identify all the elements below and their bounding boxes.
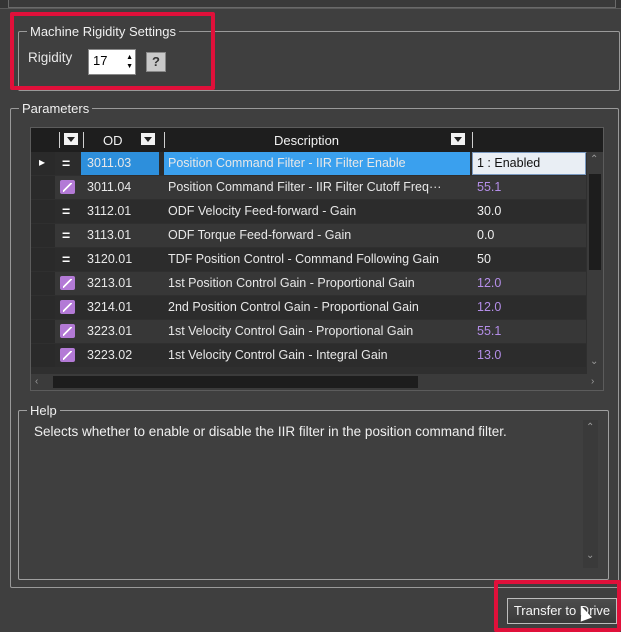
table-row[interactable]: ▸ = 3011.03 Position Command Filter - IIR F… bbox=[31, 152, 586, 175]
table-row[interactable]: 3214.01 2nd Position Control Gain - Propo… bbox=[31, 296, 586, 319]
od-cell: 3223.02 bbox=[87, 348, 133, 362]
od-cell: 3011.04 bbox=[87, 180, 132, 194]
value-cell[interactable]: 30.0 bbox=[477, 204, 501, 218]
horizontal-scroll-thumb[interactable] bbox=[53, 376, 418, 388]
equals-icon: = bbox=[62, 203, 71, 219]
equals-icon: = bbox=[62, 227, 71, 243]
rigidity-help-button[interactable]: ? bbox=[146, 52, 166, 72]
table-row[interactable]: 3223.01 1st Velocity Control Gain - Propo… bbox=[31, 320, 586, 343]
rigidity-label: Rigidity bbox=[28, 50, 73, 65]
rigidity-group-title: Machine Rigidity Settings bbox=[27, 24, 179, 39]
value-cell[interactable]: 55.1 bbox=[477, 180, 501, 194]
table-horizontal-scrollbar[interactable]: ‹ › bbox=[31, 374, 603, 390]
value-cell[interactable]: 12.0 bbox=[477, 300, 501, 314]
rigidity-value: 17 bbox=[93, 53, 108, 68]
description-cell: 2nd Position Control Gain - Proportional… bbox=[168, 300, 419, 314]
help-scroll-up-icon[interactable]: ⌃ bbox=[586, 422, 594, 433]
row-header[interactable] bbox=[31, 200, 55, 223]
stepper-down-icon[interactable]: ▼ bbox=[126, 63, 133, 70]
od-cell: 3120.01 bbox=[87, 252, 133, 266]
parameters-table[interactable]: OD Description ▸ = 3011.03 Position Command… bbox=[30, 127, 604, 391]
row-header[interactable] bbox=[31, 320, 55, 343]
value-cell[interactable]: 50 bbox=[477, 252, 491, 266]
row-header[interactable] bbox=[31, 248, 55, 271]
column-header-description[interactable]: Description bbox=[274, 133, 339, 148]
row-header[interactable] bbox=[31, 272, 55, 295]
value-cell[interactable]: 13.0 bbox=[477, 348, 501, 362]
column-header-od[interactable]: OD bbox=[103, 133, 123, 148]
scroll-up-icon[interactable]: ⌃ bbox=[590, 154, 598, 165]
edit-icon bbox=[55, 176, 81, 199]
equals-icon: = bbox=[62, 155, 71, 171]
transfer-to-drive-button[interactable]: Transfer to Drive bbox=[507, 598, 617, 624]
scroll-down-icon[interactable]: ⌄ bbox=[590, 356, 598, 367]
table-row[interactable]: = 3113.01 ODF Torque Feed-forward - Gain 0.… bbox=[31, 224, 586, 247]
od-cell: 3011.03 bbox=[87, 156, 132, 170]
edit-icon bbox=[55, 320, 81, 343]
scroll-left-icon[interactable]: ‹ bbox=[35, 376, 38, 387]
value-cell[interactable]: 0.0 bbox=[477, 228, 494, 242]
row-header[interactable]: ▸ bbox=[31, 152, 55, 175]
equals-icon: = bbox=[62, 251, 71, 267]
filter-dropdown-icon[interactable] bbox=[64, 133, 78, 145]
table-row[interactable]: 3011.04 Position Command Filter - IIR Fil… bbox=[31, 176, 586, 199]
description-cell: 1st Velocity Control Gain - Integral Gai… bbox=[168, 348, 388, 362]
value-cell[interactable]: 12.0 bbox=[477, 276, 501, 290]
description-cell: 1st Position Control Gain - Proportional… bbox=[168, 276, 415, 290]
row-header[interactable] bbox=[31, 224, 55, 247]
top-panel-edge bbox=[0, 0, 621, 9]
od-dropdown-icon[interactable] bbox=[141, 133, 155, 145]
table-row[interactable]: 3223.02 1st Velocity Control Gain - Integ… bbox=[31, 344, 586, 367]
edit-icon bbox=[55, 344, 81, 367]
od-cell: 3213.01 bbox=[87, 276, 133, 290]
vertical-scroll-thumb[interactable] bbox=[589, 174, 601, 270]
current-row-arrow-icon: ▸ bbox=[39, 155, 46, 169]
description-cell: Position Command Filter - IIR Filter Ena… bbox=[168, 156, 406, 170]
table-row[interactable]: = 3112.01 ODF Velocity Feed-forward - Gain… bbox=[31, 200, 586, 223]
od-cell: 3223.01 bbox=[87, 324, 133, 338]
table-header: OD Description bbox=[31, 128, 603, 153]
description-dropdown-icon[interactable] bbox=[451, 133, 465, 145]
rigidity-stepper[interactable]: 17 ▲ ▼ bbox=[88, 49, 136, 75]
help-group-title: Help bbox=[27, 403, 60, 418]
table-row[interactable]: 3213.01 1st Position Control Gain - Propo… bbox=[31, 272, 586, 295]
row-header[interactable] bbox=[31, 344, 55, 367]
table-row[interactable]: = 3120.01 TDF Position Control - Command F… bbox=[31, 248, 586, 271]
help-text: Selects whether to enable or disable the… bbox=[34, 424, 507, 439]
row-header[interactable] bbox=[31, 176, 55, 199]
table-vertical-scrollbar[interactable]: ⌃ ⌄ bbox=[587, 152, 603, 374]
help-scroll-down-icon[interactable]: ⌄ bbox=[586, 550, 594, 561]
help-scrollbar[interactable]: ⌃ ⌄ bbox=[583, 420, 598, 568]
value-cell[interactable]: 1 : Enabled bbox=[477, 156, 540, 170]
edit-icon bbox=[55, 296, 81, 319]
od-cell: 3112.01 bbox=[87, 204, 132, 218]
description-cell: ODF Velocity Feed-forward - Gain bbox=[168, 204, 357, 218]
od-cell: 3214.01 bbox=[87, 300, 133, 314]
value-cell[interactable]: 55.1 bbox=[477, 324, 501, 338]
description-cell: ODF Torque Feed-forward - Gain bbox=[168, 228, 352, 242]
description-cell: 1st Velocity Control Gain - Proportional… bbox=[168, 324, 414, 338]
parameters-group-title: Parameters bbox=[19, 101, 93, 116]
row-header[interactable] bbox=[31, 296, 55, 319]
stepper-up-icon[interactable]: ▲ bbox=[126, 54, 133, 61]
od-cell: 3113.01 bbox=[87, 228, 132, 242]
scroll-right-icon[interactable]: › bbox=[591, 376, 594, 387]
description-cell: Position Command Filter - IIR Filter Cut… bbox=[168, 180, 442, 194]
description-cell: TDF Position Control - Command Following… bbox=[168, 252, 439, 266]
edit-icon bbox=[55, 272, 81, 295]
